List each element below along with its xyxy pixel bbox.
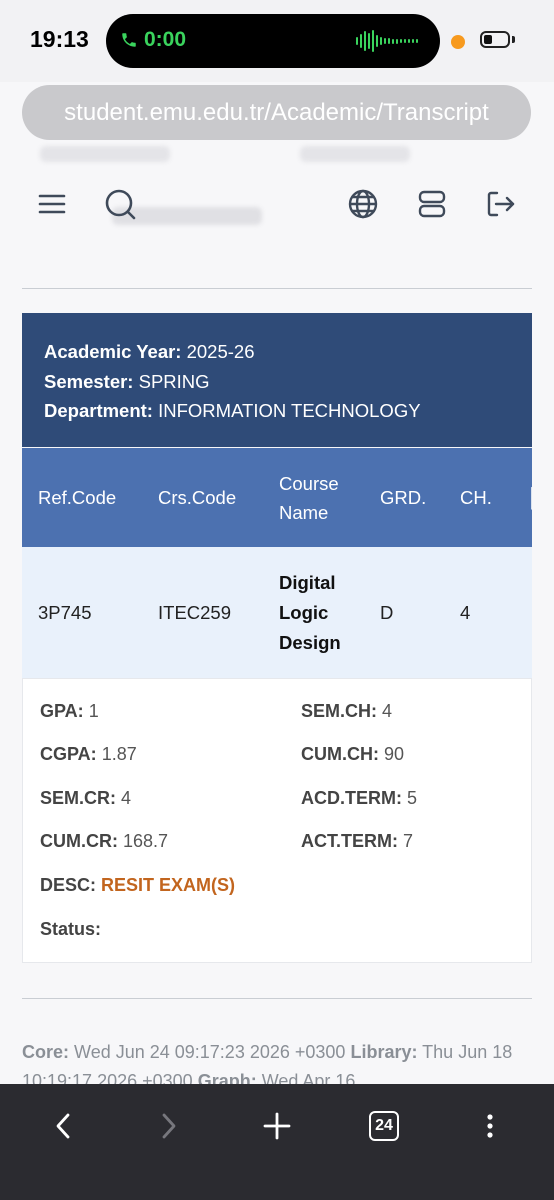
cum-cr-label: CUM.CR: — [40, 831, 118, 851]
cum-ch-row: CUM.CH: 90 — [301, 744, 404, 765]
search-icon[interactable] — [102, 186, 138, 222]
cell-clipped: ┊ — [528, 547, 532, 678]
cum-ch-value: 90 — [384, 744, 405, 764]
cell-grade: D — [380, 601, 394, 623]
semester-line: Semester: SPRING — [44, 367, 532, 397]
microphone-indicator-icon — [451, 35, 465, 49]
table-row[interactable]: 3P745 ITEC259 Digital Logic Design D 4 ┊ — [22, 547, 532, 678]
sem-cr-value: 4 — [121, 788, 132, 808]
column-header-course-name: Course Name — [279, 472, 339, 523]
sem-cr-label: SEM.CR: — [40, 788, 116, 808]
header-divider — [22, 288, 532, 289]
column-header-grade: GRD. — [380, 487, 427, 508]
cell-course-name: Digital Logic Design — [279, 571, 341, 653]
transcript-table-header[interactable]: Ref.Code Crs.Code Course Name GRD. CH. │ — [22, 448, 532, 547]
column-header-ref-code: Ref.Code — [38, 487, 117, 508]
blurred-header-remnant — [300, 146, 410, 162]
acd-term-label: ACD.TERM: — [301, 788, 402, 808]
academic-year-line: Academic Year: 2025-26 — [44, 337, 532, 367]
logout-icon[interactable] — [482, 186, 518, 222]
desc-label: DESC: — [40, 875, 97, 895]
column-header-crs-code: Crs.Code — [158, 487, 237, 508]
acd-term-value: 5 — [407, 788, 418, 808]
sem-cr-row: SEM.CR: 4 — [40, 788, 131, 809]
sem-ch-value: 4 — [382, 701, 393, 721]
menu-icon[interactable] — [34, 186, 70, 222]
call-indicator: 0:00 — [120, 28, 186, 52]
term-info-panel: Academic Year: 2025-26 Semester: SPRING … — [22, 313, 532, 447]
battery-tip — [512, 36, 515, 43]
address-bar[interactable]: student.emu.edu.tr/Academic/Transcript — [22, 85, 531, 140]
call-timer: 0:00 — [144, 28, 187, 51]
status-row: Status: — [40, 919, 101, 940]
desc-value: RESIT EXAM(S) — [101, 875, 236, 895]
audio-waveform-icon — [356, 30, 418, 52]
act-term-row: ACT.TERM: 7 — [301, 831, 413, 852]
blurred-header-remnant — [40, 146, 170, 162]
globe-icon[interactable] — [345, 186, 381, 222]
status-label: Status: — [40, 919, 102, 939]
gpa-value: 1 — [88, 701, 99, 721]
department-label: Department: — [44, 400, 153, 421]
plus-icon — [263, 1112, 291, 1140]
act-term-label: ACT.TERM: — [301, 831, 398, 851]
semester-value: SPRING — [138, 370, 210, 392]
department-line: Department: INFORMATION TECHNOLOGY — [44, 396, 532, 426]
semester-summary: GPA: 1 SEM.CH: 4 CGPA: 1.87 CUM.CH: 90 S… — [22, 678, 532, 963]
cgpa-value: 1.87 — [101, 744, 137, 764]
act-term-value: 7 — [403, 831, 414, 851]
layout-icon[interactable] — [414, 186, 450, 222]
cum-ch-label: CUM.CH: — [301, 744, 379, 764]
gpa-row: GPA: 1 — [40, 701, 99, 722]
column-header-ch: CH. — [460, 487, 492, 508]
status-time: 19:13 — [30, 26, 89, 52]
desc-row: DESC: RESIT EXAM(S) — [40, 875, 235, 896]
cum-cr-row: CUM.CR: 168.7 — [40, 831, 168, 852]
academic-year-label: Academic Year: — [44, 341, 182, 362]
cell-ref-code: 3P745 — [38, 601, 92, 623]
cell-crs-code: ITEC259 — [158, 601, 232, 623]
cgpa-row: CGPA: 1.87 — [40, 744, 137, 765]
new-tab-button[interactable] — [255, 1104, 299, 1148]
semester-label: Semester: — [44, 370, 134, 392]
chevron-left-icon — [56, 1113, 70, 1139]
address-bar-url: student.emu.edu.tr/Academic/Transcript — [64, 98, 489, 126]
tab-count: 24 — [375, 1117, 393, 1134]
core-value: Wed Jun 24 09:17:23 2026 +0300 — [74, 1042, 346, 1062]
more-vertical-icon — [487, 1114, 493, 1138]
gpa-label: GPA: — [40, 701, 84, 721]
chevron-right-icon — [162, 1113, 176, 1139]
battery-icon — [480, 31, 510, 48]
more-menu-button[interactable] — [468, 1104, 512, 1148]
column-header-clipped: │ — [527, 448, 532, 547]
footer-divider — [22, 998, 532, 999]
cum-cr-value: 168.7 — [123, 831, 169, 851]
cell-ch: 4 — [460, 601, 471, 623]
tab-count-icon: 24 — [369, 1111, 399, 1141]
department-value: INFORMATION TECHNOLOGY — [158, 400, 421, 421]
back-button[interactable] — [42, 1104, 86, 1148]
acd-term-row: ACD.TERM: 5 — [301, 788, 417, 809]
cgpa-label: CGPA: — [40, 744, 97, 764]
tab-switcher-button[interactable]: 24 — [362, 1104, 406, 1148]
phone-icon — [122, 33, 136, 47]
library-label: Library: — [350, 1042, 418, 1062]
status-bar: 19:13 0:00 — [0, 0, 554, 82]
academic-year-value: 2025-26 — [186, 341, 255, 362]
sem-ch-label: SEM.CH: — [301, 701, 377, 721]
dynamic-island[interactable]: 0:00 — [106, 14, 440, 68]
forward-button[interactable] — [146, 1104, 190, 1148]
core-label: Core: — [22, 1042, 70, 1062]
sem-ch-row: SEM.CH: 4 — [301, 701, 392, 722]
browser-toolbar: 24 — [0, 1084, 554, 1200]
